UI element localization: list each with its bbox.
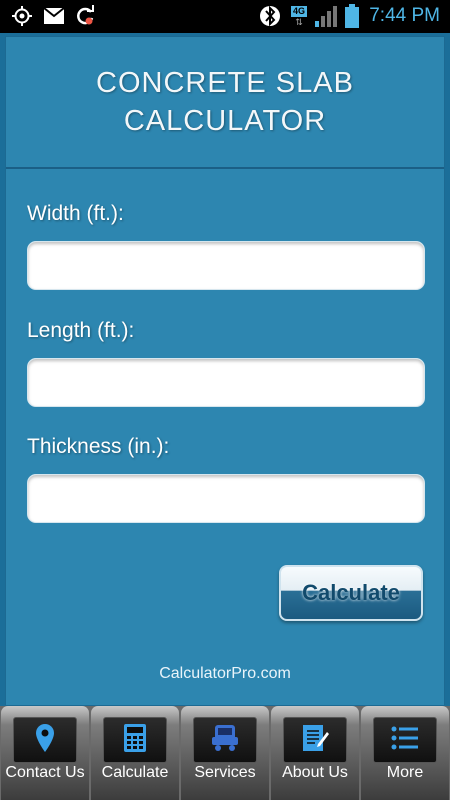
page-title: CONCRETE SLAB CALCULATOR (96, 67, 354, 137)
nav-label: About Us (282, 764, 348, 781)
battery-icon (343, 4, 361, 28)
nav-contact-us[interactable]: Contact Us (1, 706, 89, 800)
calculate-button[interactable]: Calculate (279, 565, 423, 621)
nav-calculate[interactable]: Calculate (91, 706, 179, 800)
signal-icon (313, 5, 339, 27)
nav-label: Calculate (101, 764, 169, 781)
status-bar: 4G ⇅ 7:44 PM (0, 0, 450, 33)
nav-about-us[interactable]: About Us (271, 706, 359, 800)
bluetooth-icon (258, 5, 282, 27)
location-pin-icon (34, 723, 56, 758)
width-input[interactable] (27, 241, 425, 290)
calculator-icon (123, 723, 147, 758)
nav-label: Services (194, 764, 256, 781)
length-input[interactable] (27, 358, 425, 407)
nav-services[interactable]: Services (181, 706, 269, 800)
footer-site-link[interactable]: CalculatorPro.com (6, 665, 444, 683)
bottom-nav: Contact Us Calculate Services About Us M… (0, 706, 450, 800)
thickness-label: Thickness (in.): (27, 435, 170, 458)
nav-label: More (386, 764, 424, 781)
4g-icon: 4G ⇅ (290, 5, 307, 27)
thickness-input[interactable] (27, 474, 425, 523)
list-icon (391, 725, 419, 756)
length-label: Length (ft.): (27, 319, 135, 342)
gmail-icon (42, 5, 66, 27)
nav-label: Contact Us (5, 764, 85, 781)
title-area: CONCRETE SLAB CALCULATOR (6, 37, 444, 169)
sync-icon (73, 5, 97, 27)
truck-icon (210, 723, 240, 758)
calculator-panel: CONCRETE SLAB CALCULATOR Width (ft.): Le… (5, 36, 445, 706)
width-label: Width (ft.): (27, 202, 124, 225)
status-time: 7:44 PM (369, 5, 440, 26)
nav-more[interactable]: More (361, 706, 449, 800)
gps-icon (10, 5, 34, 27)
document-icon (300, 722, 330, 759)
